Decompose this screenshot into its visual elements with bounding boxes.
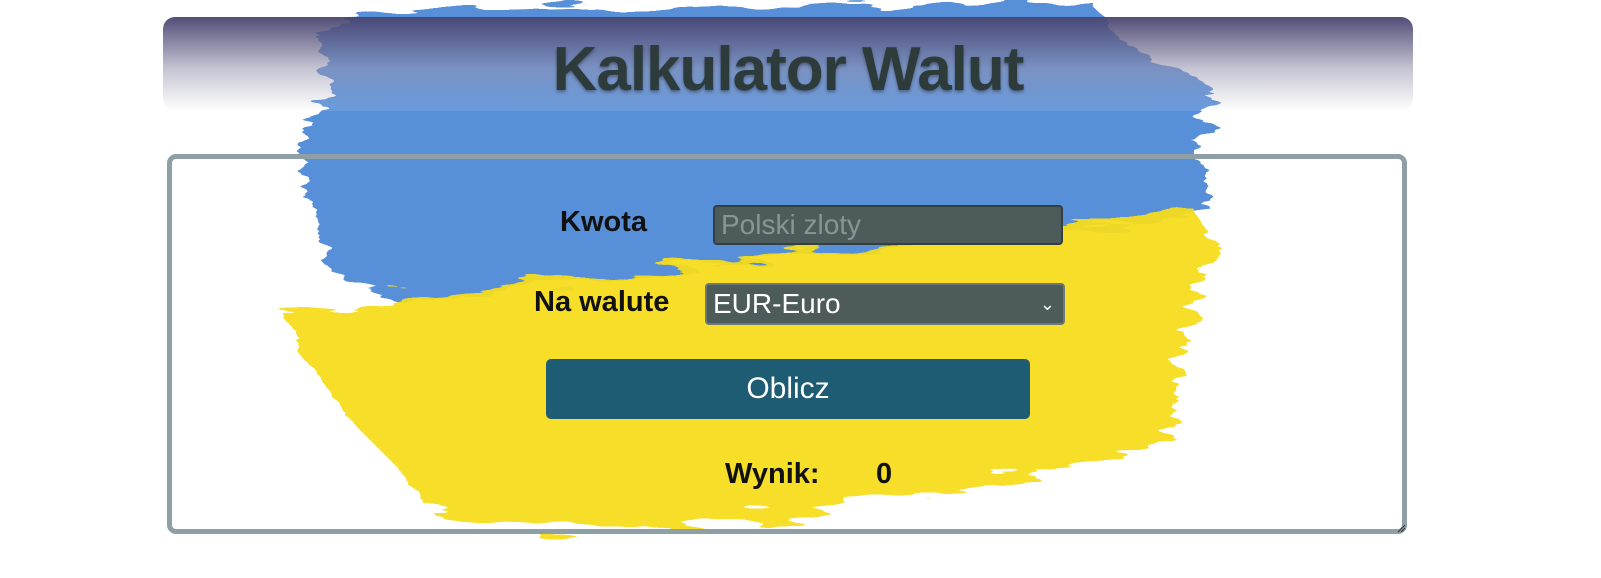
resize-grip-icon[interactable] [1396,523,1406,533]
header-bar: Kalkulator Walut [163,17,1413,111]
amount-input[interactable] [713,205,1063,245]
currency-select[interactable]: EUR-Euro ⌄ [705,283,1065,325]
chevron-down-icon: ⌄ [1039,294,1055,314]
page: Kalkulator Walut Kwota Na walute EUR-Eur… [0,0,1601,578]
amount-label: Kwota [560,206,647,238]
result-label: Wynik: [725,458,820,490]
page-title: Kalkulator Walut [552,35,1025,104]
result-value: 0 [876,458,893,490]
currency-select-value: EUR-Euro [713,288,841,319]
calculate-button[interactable]: Oblicz [546,359,1030,419]
currency-label: Na walute [534,286,670,318]
